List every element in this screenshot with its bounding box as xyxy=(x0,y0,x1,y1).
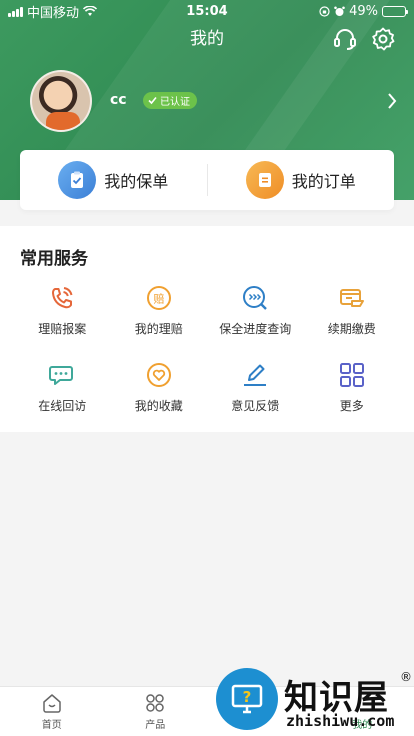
service-label: 更多 xyxy=(339,399,364,413)
carrier-label: 中国移动 xyxy=(27,5,80,21)
service-label: 在线回访 xyxy=(38,399,87,413)
chevron-right-icon[interactable] xyxy=(386,92,398,110)
my-orders-label: 我的订单 xyxy=(291,172,356,191)
customer-service-icon[interactable] xyxy=(332,26,358,52)
battery-percent: 49% xyxy=(349,3,378,19)
service-more[interactable]: 更多 xyxy=(304,361,401,414)
service-label: 我的收藏 xyxy=(134,399,183,413)
wifi-icon xyxy=(83,5,98,16)
chat-bubble-icon xyxy=(49,366,74,385)
my-policy-label: 我的保单 xyxy=(104,172,169,191)
products-grid-icon xyxy=(146,694,164,712)
check-icon xyxy=(148,96,157,105)
tab-label: 首页 xyxy=(41,720,62,731)
service-claim-report[interactable]: 理赔报案 xyxy=(14,284,111,337)
progress-search-icon xyxy=(243,286,268,310)
service-renewal-payment[interactable]: 续期缴费 xyxy=(304,284,401,337)
clipboard-check-icon xyxy=(58,161,97,199)
edit-pen-icon xyxy=(244,364,267,386)
order-list-icon xyxy=(245,161,284,199)
username: cc xyxy=(110,92,127,108)
service-progress-query[interactable]: 保全进度查询 xyxy=(207,284,304,337)
phone-call-icon xyxy=(52,287,73,309)
service-label: 续期缴费 xyxy=(327,322,376,336)
claim-coin-icon: 赔 xyxy=(146,286,171,310)
verified-label: 已认证 xyxy=(160,97,190,108)
avatar[interactable] xyxy=(30,70,92,132)
policy-order-card: 我的保单 我的订单 xyxy=(20,150,394,210)
status-bar: 中国移动 15:04 49% xyxy=(0,0,414,22)
profile-row[interactable]: cc 已认证 xyxy=(30,70,400,132)
verified-badge: 已认证 xyxy=(143,92,197,109)
tab-products[interactable]: 产品 xyxy=(104,687,208,736)
alarm-icon xyxy=(334,6,345,16)
service-label: 我的理赔 xyxy=(134,322,183,336)
home-icon xyxy=(43,694,61,713)
tab-label: 产品 xyxy=(145,720,166,731)
registered-mark: ® xyxy=(400,670,412,684)
service-online-revisit[interactable]: 在线回访 xyxy=(14,361,111,414)
settings-gear-icon[interactable] xyxy=(370,26,396,52)
common-services-panel: 常用服务 理赔报案 赔 我的理赔 保全进度查询 续期缴费 在线回访 我的收藏 意… xyxy=(0,226,414,432)
payment-card-icon xyxy=(339,289,364,307)
service-label: 意见反馈 xyxy=(231,399,280,413)
grid-more-icon xyxy=(339,363,364,387)
status-time: 15:04 xyxy=(186,3,228,19)
watermark-logo: ? 知识屋 ® zhishiwu.com xyxy=(216,668,414,736)
svg-text:赔: 赔 xyxy=(153,292,164,306)
signal-icon xyxy=(8,6,23,17)
watermark-url: zhishiwu.com xyxy=(286,712,395,730)
tab-home[interactable]: 首页 xyxy=(0,687,104,736)
services-title: 常用服务 xyxy=(20,249,88,269)
service-label: 保全进度查询 xyxy=(219,322,292,336)
monitor-question-icon: ? xyxy=(216,668,278,730)
service-label: 理赔报案 xyxy=(38,322,87,336)
heart-icon xyxy=(146,363,171,387)
my-policy-button[interactable]: 我的保单 xyxy=(20,150,207,210)
battery-icon xyxy=(382,5,408,17)
rotation-lock-icon xyxy=(319,5,330,17)
service-feedback[interactable]: 意见反馈 xyxy=(207,361,304,414)
svg-text:?: ? xyxy=(243,688,252,706)
service-my-favorites[interactable]: 我的收藏 xyxy=(111,361,208,414)
service-my-claims[interactable]: 赔 我的理赔 xyxy=(111,284,208,337)
my-orders-button[interactable]: 我的订单 xyxy=(208,150,395,210)
